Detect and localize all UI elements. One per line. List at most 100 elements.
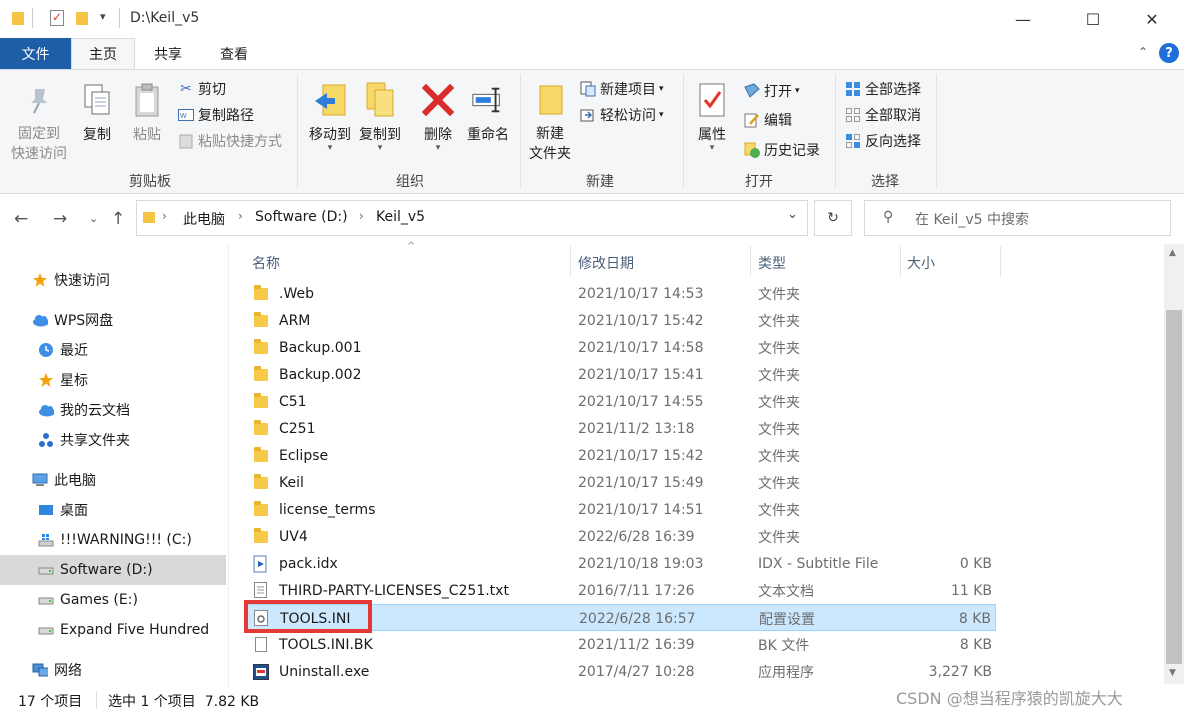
- pin-quick-access-button[interactable]: 固定到 快速访问: [8, 80, 70, 164]
- cloud-icon: [38, 402, 54, 418]
- nav-item[interactable]: WPS网盘: [0, 305, 226, 335]
- column-header-type[interactable]: 类型: [758, 250, 786, 276]
- new-folder-button[interactable]: 新建 文件夹: [525, 80, 575, 164]
- tab-view[interactable]: 查看: [203, 38, 265, 69]
- nav-item[interactable]: 共享文件夹: [0, 425, 226, 455]
- nav-item[interactable]: 星标: [0, 365, 226, 395]
- file-row[interactable]: UV4 2022/6/28 16:39 文件夹: [245, 523, 996, 550]
- tab-home[interactable]: 主页: [71, 38, 135, 69]
- file-date: 2021/10/17 14:55: [578, 388, 704, 415]
- nav-item[interactable]: Software (D:): [0, 555, 226, 585]
- open-label: 打开: [764, 84, 792, 100]
- file-row[interactable]: Eclipse 2021/10/17 15:42 文件夹: [245, 442, 996, 469]
- nav-item-label: 星标: [60, 373, 88, 389]
- nav-item[interactable]: !!!WARNING!!! (C:): [0, 525, 226, 555]
- copy-button[interactable]: 复制: [76, 80, 118, 144]
- column-divider[interactable]: [570, 246, 571, 276]
- column-divider[interactable]: [900, 246, 901, 276]
- easy-access-button[interactable]: 轻松访问 ▾: [580, 105, 664, 125]
- nav-item[interactable]: 我的云文档: [0, 395, 226, 425]
- file-row[interactable]: C251 2021/11/2 13:18 文件夹: [245, 415, 996, 442]
- tab-file[interactable]: 文件: [0, 38, 71, 69]
- new-folder-quick-icon[interactable]: [76, 12, 88, 25]
- breadcrumb-keil-v5[interactable]: Keil_v5: [376, 209, 425, 225]
- column-header-name[interactable]: 名称: [252, 250, 280, 276]
- properties-button[interactable]: 属性 ▾: [690, 80, 734, 153]
- cut-button[interactable]: ✂ 剪切: [178, 79, 226, 99]
- file-row[interactable]: ARM 2021/10/17 15:42 文件夹: [245, 307, 996, 334]
- paste-shortcut-button[interactable]: 粘贴快捷方式: [178, 131, 282, 151]
- scroll-down-arrow-icon[interactable]: ▼: [1169, 668, 1176, 678]
- file-row[interactable]: C51 2021/10/17 14:55 文件夹: [245, 388, 996, 415]
- file-type: 文件夹: [758, 496, 800, 523]
- maximize-button[interactable]: ☐: [1070, 0, 1116, 38]
- column-divider[interactable]: [750, 246, 751, 276]
- copy-path-button[interactable]: W 复制路径: [178, 105, 254, 125]
- file-date: 2021/11/2 13:18: [578, 415, 695, 442]
- customize-quick-access-icon[interactable]: ▾: [100, 10, 106, 23]
- nav-item[interactable]: 最近: [0, 335, 226, 365]
- back-arrow-icon[interactable]: ←: [14, 209, 28, 229]
- address-dropdown-chevron-icon[interactable]: ⌄: [787, 207, 798, 222]
- properties-icon: [695, 80, 729, 120]
- breadcrumb-this-pc[interactable]: 此电脑: [183, 209, 225, 229]
- scroll-up-arrow-icon[interactable]: ▲: [1169, 248, 1176, 258]
- refresh-icon[interactable]: ↻: [814, 200, 852, 236]
- copy-label: 复制: [83, 127, 111, 143]
- watermark: CSDN @想当程序猿的凯旋大大: [896, 689, 1123, 708]
- file-name: UV4: [253, 523, 308, 550]
- address-bar[interactable]: › 此电脑 › Software (D:) › Keil_v5 ⌄: [136, 200, 808, 236]
- recent-locations-chevron-icon[interactable]: ⌄: [89, 212, 98, 225]
- help-icon[interactable]: ?: [1159, 43, 1179, 63]
- folder-icon: [253, 527, 269, 545]
- new-item-button[interactable]: 新建项目 ▾: [580, 79, 664, 99]
- copy-to-button[interactable]: 复制到 ▾: [355, 80, 405, 153]
- file-row[interactable]: Backup.001 2021/10/17 14:58 文件夹: [245, 334, 996, 361]
- column-divider[interactable]: [1000, 246, 1001, 276]
- tab-share[interactable]: 共享: [138, 38, 198, 69]
- scrollbar-thumb[interactable]: [1166, 310, 1182, 664]
- open-button[interactable]: 打开 ▾: [744, 81, 800, 101]
- column-header-date[interactable]: 修改日期: [578, 250, 634, 276]
- collapse-ribbon-icon[interactable]: ⌃: [1138, 45, 1148, 59]
- file-row[interactable]: TOOLS.INI.BK 2021/11/2 16:39 BK 文件 8 KB: [245, 631, 996, 658]
- invert-selection-button[interactable]: 反向选择: [845, 131, 921, 151]
- history-button[interactable]: 历史记录: [744, 140, 820, 160]
- file-row[interactable]: license_terms 2021/10/17 14:51 文件夹: [245, 496, 996, 523]
- minimize-button[interactable]: —: [1000, 0, 1046, 38]
- file-name-text: C251: [279, 420, 316, 437]
- drive-icon: [38, 622, 54, 638]
- select-none-label: 全部取消: [865, 108, 921, 124]
- properties-quick-icon[interactable]: ✓: [50, 10, 64, 26]
- forward-arrow-icon[interactable]: →: [53, 209, 67, 229]
- delete-button[interactable]: 删除 ▾: [416, 80, 460, 153]
- rename-button[interactable]: 重命名: [462, 80, 514, 144]
- move-to-button[interactable]: 移动到 ▾: [305, 80, 355, 153]
- breadcrumb-chevron-icon: ›: [359, 209, 364, 223]
- breadcrumb-software-d[interactable]: Software (D:): [255, 209, 348, 225]
- search-input[interactable]: 在 Keil_v5 中搜索: [915, 209, 1029, 229]
- search-box[interactable]: ⚲ 在 Keil_v5 中搜索: [864, 200, 1171, 236]
- up-arrow-icon[interactable]: ↑: [111, 209, 125, 229]
- file-row[interactable]: Keil 2021/10/17 15:49 文件夹: [245, 469, 996, 496]
- nav-item-label: 快速访问: [54, 273, 110, 289]
- file-row[interactable]: Backup.002 2021/10/17 15:41 文件夹: [245, 361, 996, 388]
- nav-item[interactable]: 网络: [0, 655, 226, 685]
- nav-item[interactable]: 此电脑: [0, 465, 226, 495]
- pane-splitter[interactable]: [228, 244, 229, 688]
- select-none-button[interactable]: 全部取消: [845, 105, 921, 125]
- easy-access-label: 轻松访问: [600, 108, 656, 124]
- paste-button[interactable]: 粘贴: [126, 80, 168, 144]
- nav-item[interactable]: 快速访问: [0, 265, 226, 295]
- edit-button[interactable]: 编辑: [744, 110, 792, 130]
- file-row[interactable]: Uninstall.exe 2017/4/27 10:28 应用程序 3,227 KB: [245, 658, 996, 685]
- nav-item[interactable]: Games (E:): [0, 585, 226, 615]
- file-row[interactable]: pack.idx 2021/10/18 19:03 IDX - Subtitle F…: [245, 550, 996, 577]
- close-button[interactable]: ✕: [1129, 0, 1175, 38]
- nav-item[interactable]: Expand Five Hundred: [0, 615, 226, 645]
- file-row[interactable]: .Web 2021/10/17 14:53 文件夹: [245, 280, 996, 307]
- nav-item[interactable]: 桌面: [0, 495, 226, 525]
- select-all-button[interactable]: 全部选择: [845, 79, 921, 99]
- nav-item-label: 网络: [54, 663, 82, 679]
- column-header-size[interactable]: 大小: [907, 250, 935, 276]
